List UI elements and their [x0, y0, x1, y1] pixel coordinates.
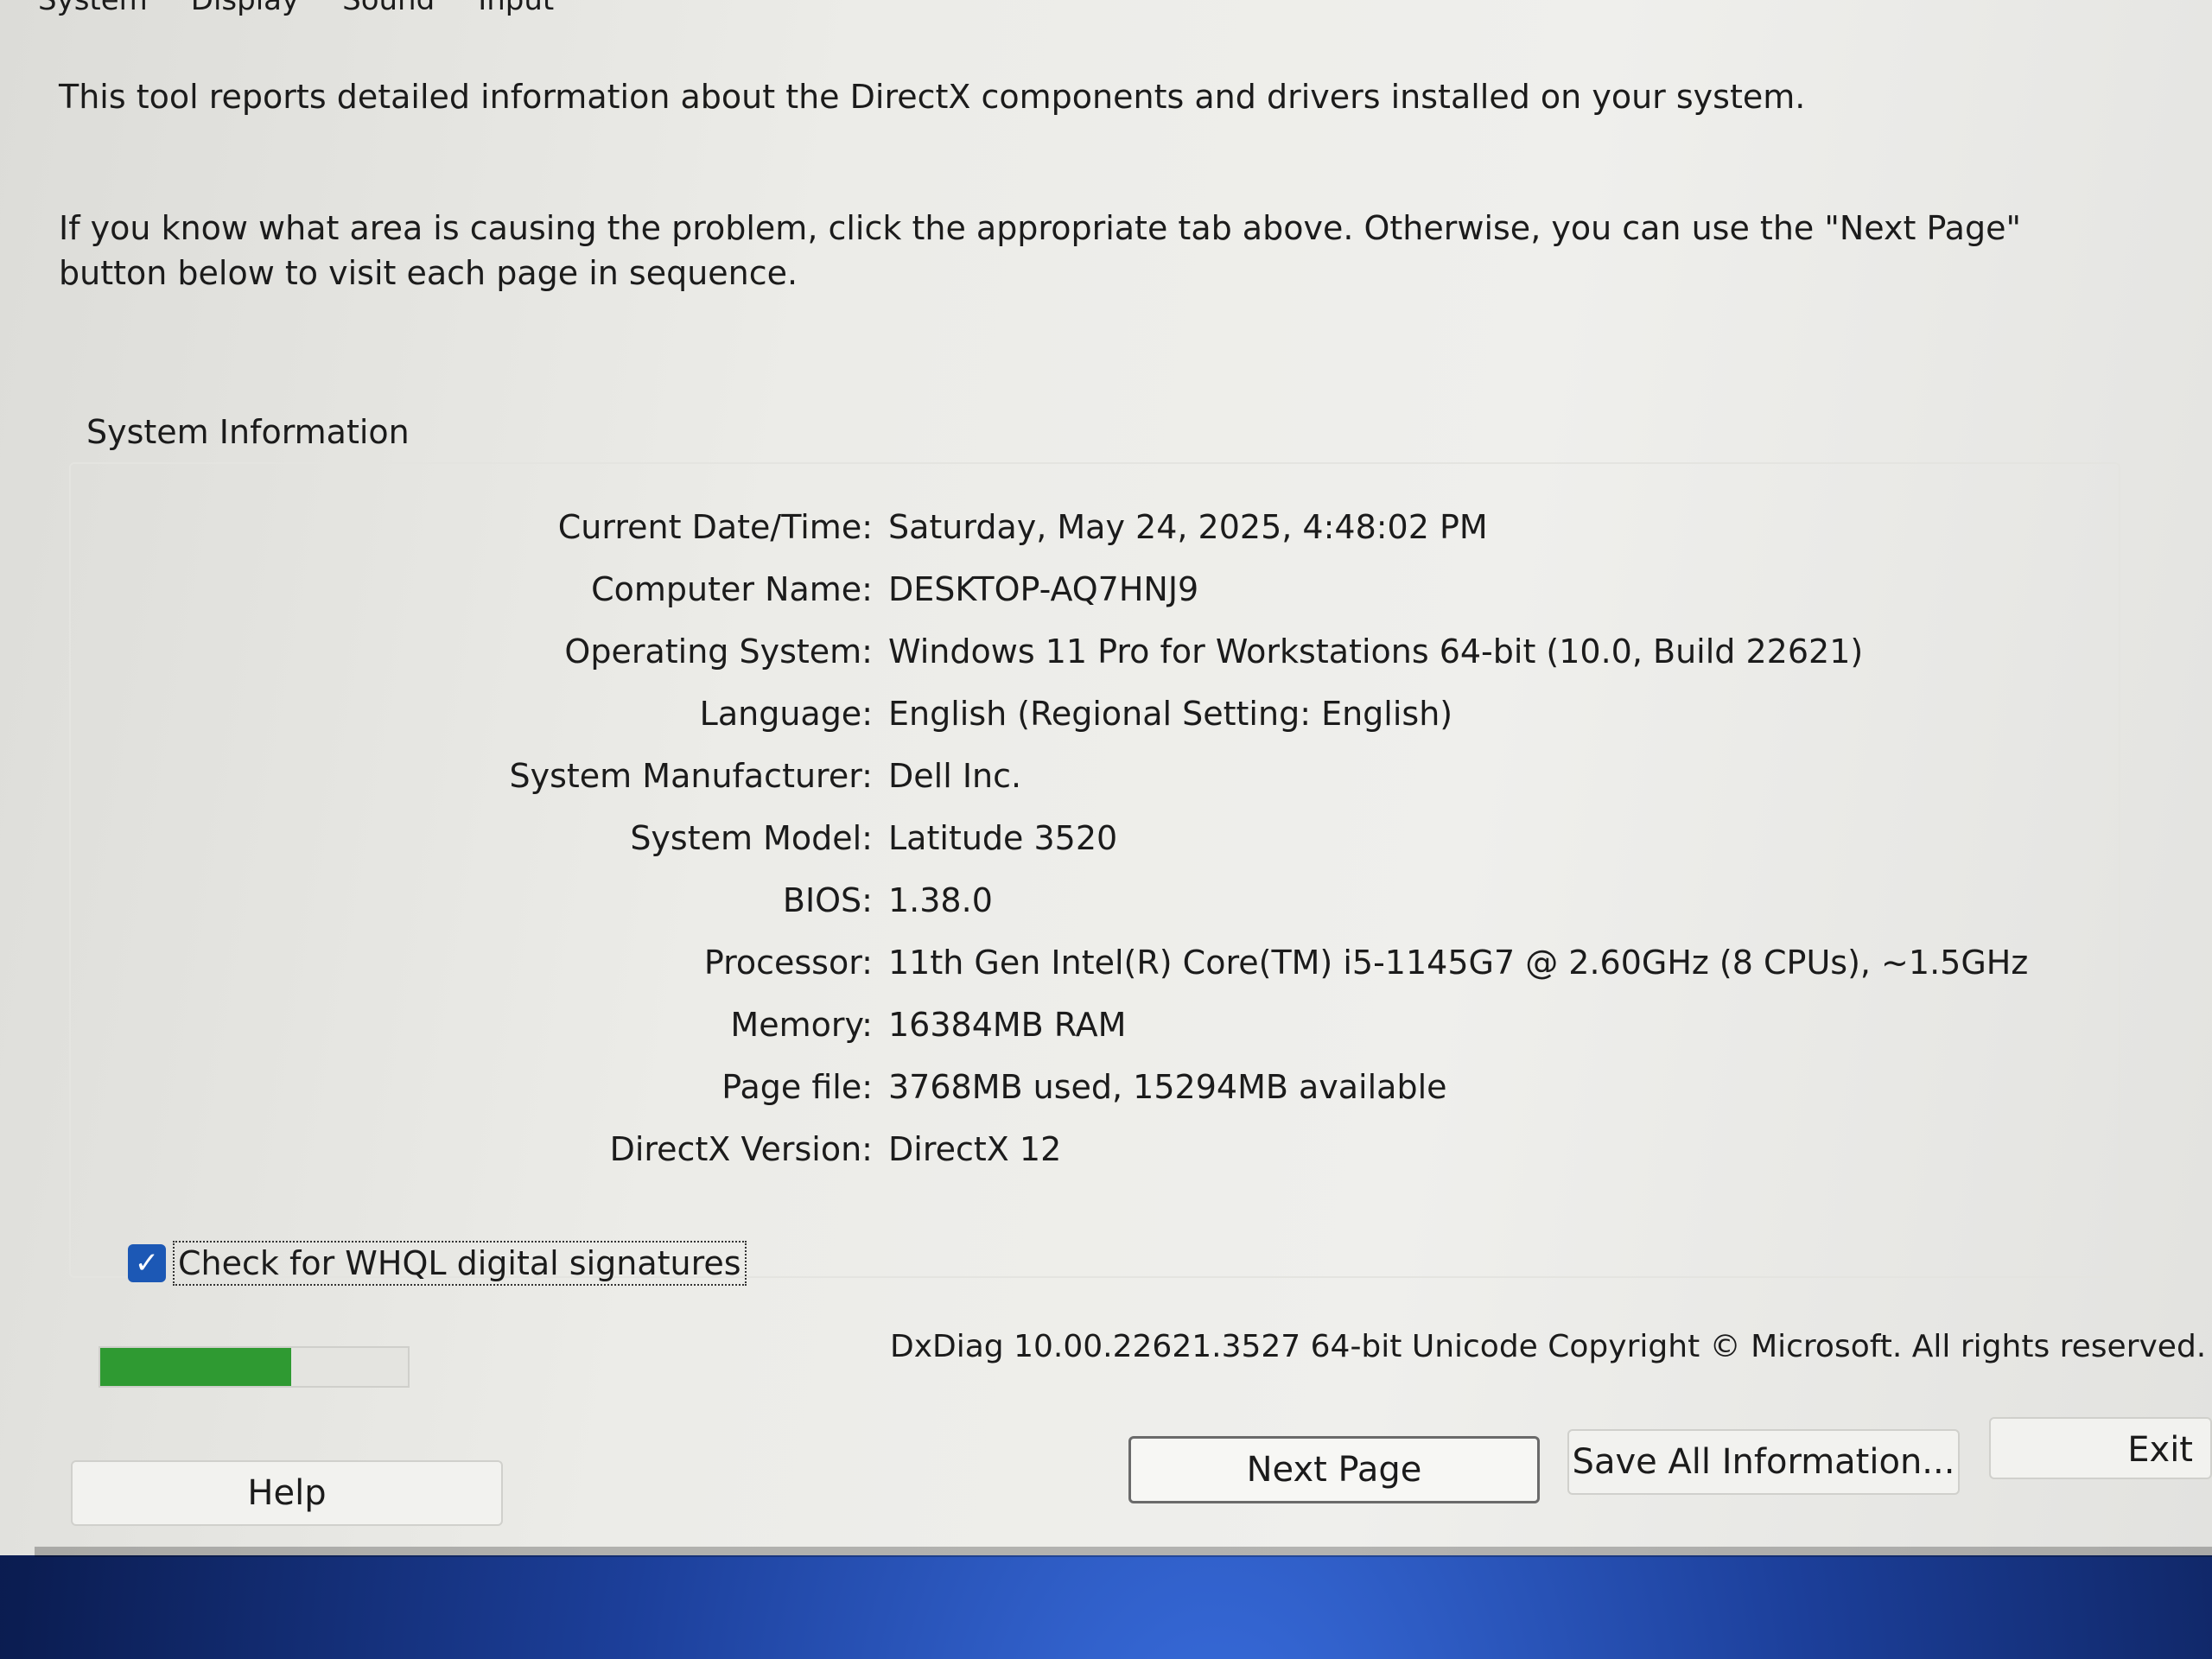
progress-fill: [100, 1348, 291, 1386]
info-value: DESKTOP-AQ7HNJ9: [888, 570, 1199, 608]
save-all-information-button[interactable]: Save All Information...: [1567, 1429, 1960, 1495]
tab-sound[interactable]: Sound: [339, 0, 438, 17]
instructions-text: If you know what area is causing the pro…: [59, 209, 2021, 292]
progress-bar: [99, 1346, 410, 1388]
help-button[interactable]: Help: [71, 1460, 503, 1526]
whql-checkbox-row[interactable]: ✓ Check for WHQL digital signatures: [128, 1241, 747, 1286]
info-value: 16384MB RAM: [888, 1006, 1127, 1044]
info-label: Operating System:: [564, 632, 873, 671]
info-label: DirectX Version:: [609, 1130, 873, 1168]
whql-checkbox-label[interactable]: Check for WHQL digital signatures: [173, 1241, 747, 1286]
tab-system[interactable]: System: [35, 0, 151, 17]
info-label: BIOS:: [782, 881, 873, 919]
checkmark-icon: ✓: [134, 1246, 160, 1281]
exit-button[interactable]: Exit: [1989, 1417, 2212, 1479]
copyright-text: DxDiag 10.00.22621.3527 64-bit Unicode C…: [890, 1329, 2207, 1364]
info-value: Windows 11 Pro for Workstations 64-bit (…: [888, 632, 1864, 671]
info-value: English (Regional Setting: English): [888, 695, 1453, 733]
info-label: Page file:: [721, 1068, 873, 1106]
info-value: 3768MB used, 15294MB available: [888, 1068, 1447, 1106]
info-label: Processor:: [703, 944, 873, 982]
info-value: Dell Inc.: [888, 757, 1022, 795]
info-value: Saturday, May 24, 2025, 4:48:02 PM: [888, 508, 1488, 546]
section-title: System Information: [86, 413, 410, 451]
info-label: System Manufacturer:: [509, 757, 874, 795]
info-label: Language:: [699, 695, 873, 733]
intro-text: This tool reports detailed information a…: [59, 78, 1806, 116]
info-label: Computer Name:: [591, 570, 873, 608]
dxdiag-window: System Display Sound Input This tool rep…: [0, 0, 2212, 1555]
info-value: 11th Gen Intel(R) Core(TM) i5-1145G7 @ 2…: [888, 944, 2029, 982]
next-page-button[interactable]: Next Page: [1128, 1436, 1540, 1503]
info-value: DirectX 12: [888, 1130, 1062, 1168]
tab-input[interactable]: Input: [474, 0, 557, 17]
info-label: Current Date/Time:: [557, 508, 873, 546]
info-value: 1.38.0: [888, 881, 993, 919]
info-label: System Model:: [630, 819, 873, 857]
info-label: Memory:: [730, 1006, 873, 1044]
whql-checkbox[interactable]: ✓: [128, 1244, 166, 1282]
tab-display[interactable]: Display: [188, 0, 302, 17]
tab-bar: System Display Sound Input: [35, 0, 557, 17]
info-value: Latitude 3520: [888, 819, 1118, 857]
window-shadow: [35, 1547, 2212, 1557]
